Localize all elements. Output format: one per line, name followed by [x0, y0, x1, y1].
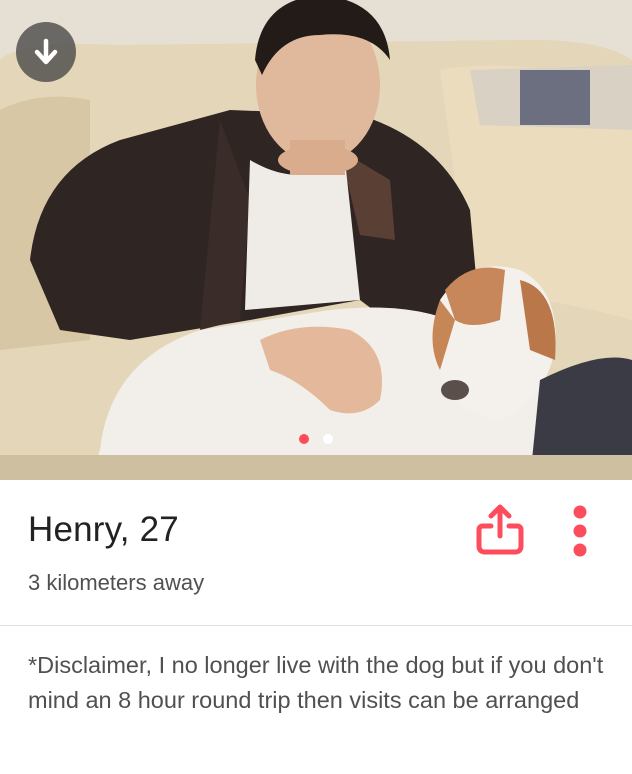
- profile-bio: *Disclaimer, I no longer live with the d…: [28, 652, 604, 713]
- photo-dot-2[interactable]: [323, 434, 333, 444]
- more-vertical-icon: [573, 505, 587, 557]
- photo-illustration: [0, 0, 632, 480]
- more-options-button[interactable]: [566, 502, 594, 560]
- down-arrow-icon: [34, 38, 58, 65]
- photo-dot-1[interactable]: [299, 434, 309, 444]
- profile-info: Henry, 27 3 kilometers away *Disclaimer,…: [0, 480, 632, 774]
- collapse-profile-button[interactable]: [16, 22, 76, 82]
- share-icon: [476, 504, 524, 555]
- section-divider: [0, 625, 632, 626]
- profile-distance: 3 kilometers away: [28, 570, 205, 595]
- share-button[interactable]: [471, 500, 529, 558]
- profile-photo[interactable]: [0, 0, 632, 480]
- photo-pagination: [0, 434, 632, 444]
- profile-name-age: Henry, 27: [28, 510, 179, 549]
